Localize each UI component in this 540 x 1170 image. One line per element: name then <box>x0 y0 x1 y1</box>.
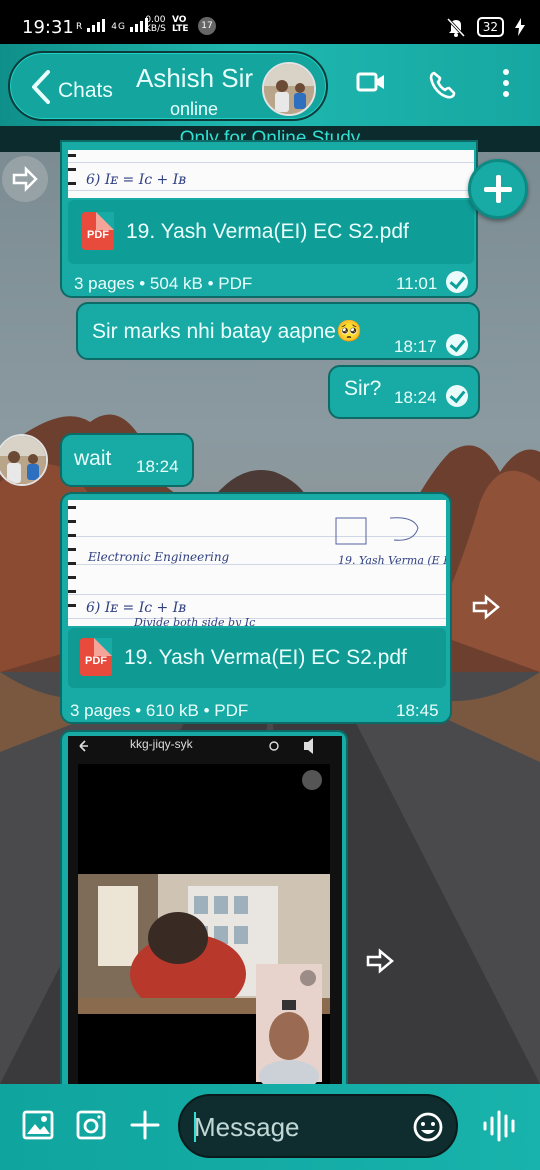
message-text: wait <box>74 447 112 470</box>
notification-count-badge: 17 <box>198 17 216 35</box>
document-preview[interactable]: 6) Iᴇ = Iᴄ + Iʙ <box>68 150 474 198</box>
signal-bars-icon <box>87 19 106 32</box>
avatar-photo <box>264 64 314 114</box>
roaming-label: R <box>76 22 84 32</box>
battery-icon: 32 <box>476 17 504 37</box>
document-pages: 3 pages <box>74 274 135 293</box>
meeting-screenshot <box>68 736 342 1088</box>
document-size: 610 kB <box>145 701 199 720</box>
status-right: 32 <box>445 16 526 38</box>
message-input-container[interactable] <box>178 1094 458 1158</box>
composer-bar <box>0 1084 540 1170</box>
forward-icon[interactable] <box>470 592 504 622</box>
contact-info-pill[interactable]: Chats Ashish Sir online <box>8 51 328 121</box>
status-time: 19:31 <box>22 17 74 38</box>
camera-icon[interactable] <box>76 1110 106 1140</box>
speed-unit: KB/S <box>145 24 166 34</box>
pdf-file-icon: PDF <box>80 638 112 676</box>
document-meta: 3 pages • 504 kB • PDF <box>74 274 253 293</box>
status-bar: 19:31 R 4G 0.00 KB/S VO LTE 17 32 <box>0 0 540 44</box>
message-time: 18:17 <box>394 337 437 356</box>
pdf-file-icon: PDF <box>82 212 114 250</box>
document-meta: 3 pages • 610 kB • PDF <box>70 701 249 720</box>
preview-line: 6) Iᴇ = Iᴄ + Iʙ <box>86 172 187 188</box>
voice-wave-icon[interactable] <box>482 1110 520 1142</box>
mute-icon <box>446 17 465 38</box>
document-pages: 3 pages <box>70 701 131 720</box>
message-text-outgoing[interactable]: Sir? 18:24 <box>328 365 480 419</box>
gallery-icon[interactable] <box>22 1110 54 1140</box>
forward-icon[interactable] <box>364 946 398 976</box>
text-cursor <box>194 1112 196 1142</box>
network-speed: 0.00 KB/S <box>145 16 166 34</box>
message-input[interactable] <box>194 1111 404 1143</box>
document-type: PDF <box>214 701 249 720</box>
message-text: Sir marks nhi batay aapne🥺 <box>92 320 363 343</box>
message-image-incoming[interactable]: kkg-jiqy-syk <box>60 730 348 1090</box>
message-time: 18:24 <box>136 457 179 476</box>
message-document-incoming[interactable]: Electronic Engineering 19. Yash Verma (E… <box>60 492 452 724</box>
meet-code: kkg-jiqy-syk <box>130 737 193 751</box>
message-time: 18:45 <box>396 701 439 720</box>
avatar[interactable] <box>262 62 316 116</box>
read-receipt-icon <box>446 385 468 407</box>
preview-line: 19. Yash Verma (E I) <box>338 554 446 567</box>
network-indicator: R 4G <box>76 18 148 32</box>
document-card[interactable]: PDF 19. Yash Verma(EI) EC S2.pdf <box>68 200 474 264</box>
forward-icon[interactable] <box>2 156 48 202</box>
back-to-chats-label[interactable]: Chats <box>58 79 113 103</box>
document-size: 504 kB <box>149 274 203 293</box>
message-text-incoming[interactable]: wait 18:24 <box>60 433 194 487</box>
contact-name[interactable]: Ashish Sir <box>136 63 253 94</box>
message-time: 18:24 <box>394 388 437 407</box>
preview-doodle <box>335 517 419 545</box>
message-text-outgoing[interactable]: Sir marks nhi batay aapne🥺 18:17 <box>76 302 480 360</box>
plus-icon[interactable] <box>130 1110 160 1140</box>
sender-avatar[interactable] <box>0 434 48 486</box>
preview-line: 6) Iᴇ = Iᴄ + Iʙ <box>86 600 187 616</box>
document-filename: 19. Yash Verma(EI) EC S2.pdf <box>124 646 407 669</box>
add-button[interactable] <box>468 159 528 219</box>
volte-indicator: VO LTE <box>172 16 189 34</box>
preview-line: Electronic Engineering <box>88 550 230 564</box>
image-preview[interactable]: kkg-jiqy-syk <box>68 736 342 1088</box>
video-call-icon[interactable] <box>356 70 386 94</box>
read-receipt-icon <box>446 271 468 293</box>
chat-header: Chats Ashish Sir online <box>0 44 540 126</box>
document-card[interactable]: PDF 19. Yash Verma(EI) EC S2.pdf <box>68 628 446 688</box>
contact-status: online <box>170 99 219 119</box>
document-preview[interactable]: Electronic Engineering 19. Yash Verma (E… <box>68 500 446 626</box>
voice-call-icon[interactable] <box>428 70 458 100</box>
sender-avatar-photo <box>0 436 46 484</box>
back-arrow-icon[interactable] <box>26 69 56 105</box>
message-document-outgoing[interactable]: 6) Iᴇ = Iᴄ + Iʙ PDF 19. Yash Verma(EI) E… <box>60 140 478 298</box>
message-time: 11:01 <box>396 274 438 293</box>
read-receipt-icon <box>446 334 468 356</box>
emoji-icon[interactable] <box>412 1111 444 1143</box>
preview-line: Divide both side by Iᴄ <box>134 616 256 626</box>
document-filename: 19. Yash Verma(EI) EC S2.pdf <box>126 220 409 243</box>
message-text: Sir? <box>344 377 382 400</box>
network-type-label: 4G <box>111 22 126 32</box>
document-type: PDF <box>218 274 253 293</box>
more-options-icon[interactable] <box>500 68 512 98</box>
volte-bottom: LTE <box>172 24 189 34</box>
charging-bolt-icon <box>515 18 525 36</box>
